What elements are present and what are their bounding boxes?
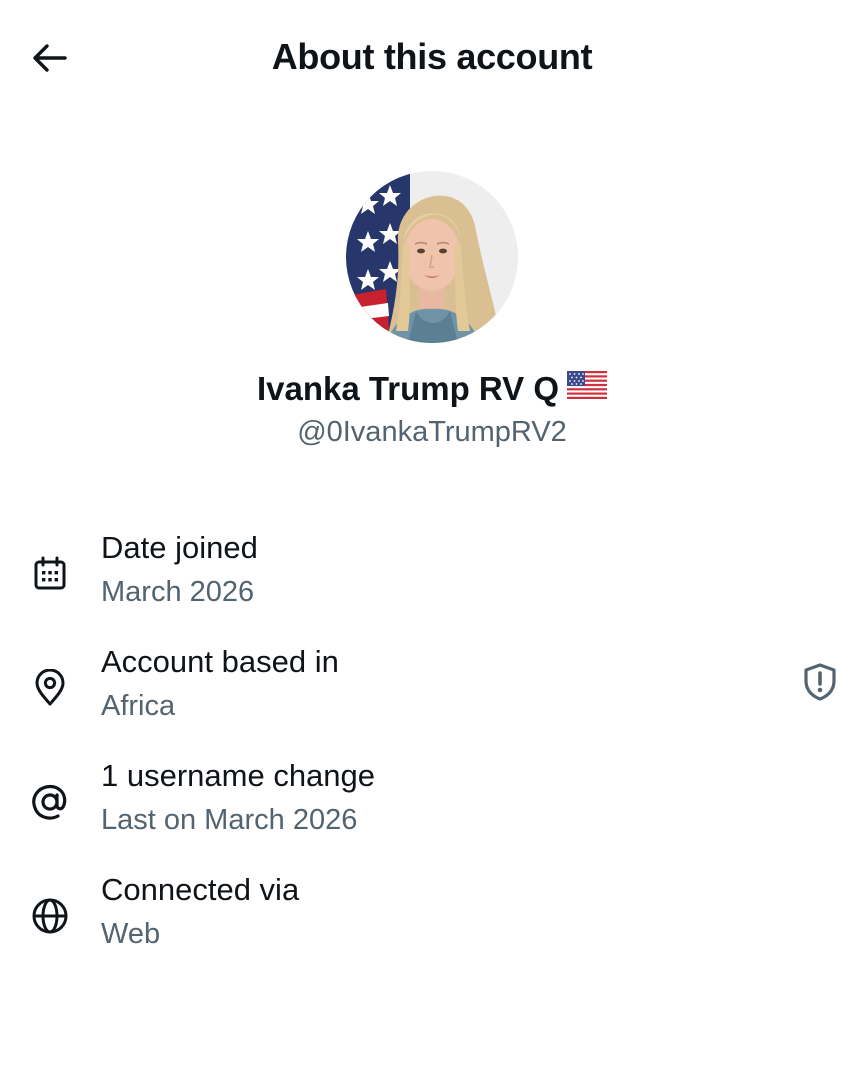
location-warning-button[interactable]: [800, 660, 840, 704]
account-info-list: Date joined March 2026 Account based in …: [0, 524, 864, 980]
info-label: 1 username change: [101, 758, 376, 793]
at-sign-icon: [30, 782, 70, 822]
info-row-account-location: Account based in Africa: [0, 638, 864, 752]
info-label: Connected via: [101, 872, 300, 907]
info-value: Web: [101, 918, 161, 950]
info-row-username-changes: 1 username change Last on March 2026: [0, 752, 864, 866]
shield-alert-icon: [804, 663, 836, 701]
display-name: Ivanka Trump RV Q: [0, 370, 864, 408]
calendar-icon: [30, 554, 70, 594]
info-value: Africa: [101, 690, 176, 722]
info-label: Account based in: [101, 644, 339, 679]
info-row-connected-via: Connected via Web: [0, 866, 864, 980]
globe-icon: [30, 896, 70, 936]
page-title: About this account: [271, 36, 593, 77]
display-name-text: Ivanka Trump RV Q: [257, 370, 559, 407]
avatar[interactable]: [346, 171, 518, 343]
about-account-page: About this account Ivanka Trump RV Q @0I…: [0, 0, 864, 1076]
location-pin-icon: [30, 668, 70, 708]
info-value: March 2026: [101, 576, 255, 608]
info-label: Date joined: [101, 530, 258, 565]
top-bar: About this account: [0, 0, 864, 118]
info-value: Last on March 2026: [101, 804, 358, 836]
info-row-date-joined: Date joined March 2026: [0, 524, 864, 638]
us-flag-icon: [567, 369, 607, 407]
profile-photo: [346, 171, 518, 343]
username-handle: @0IvankaTrumpRV2: [297, 416, 567, 448]
